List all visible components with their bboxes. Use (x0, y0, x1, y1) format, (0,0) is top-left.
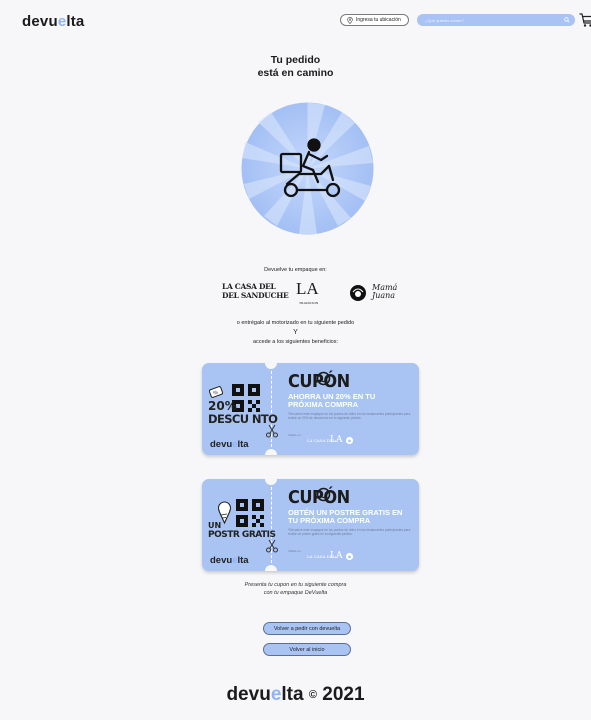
mini-mama-logo-icon (345, 436, 354, 445)
coupon-mini-brand-2: LA (330, 435, 343, 445)
logo-prefix: devu (22, 13, 58, 30)
copyright-symbol: © (308, 689, 317, 701)
ticket-icon: % (209, 386, 223, 398)
present-text-line-1: Presenta tu cupon en tu siguiente compra (244, 582, 347, 588)
return-label: Devuelve tu empaque en: (264, 267, 327, 273)
title-line-2: está en camino (257, 67, 334, 79)
coupon-notch (265, 565, 277, 571)
location-button[interactable]: Ingresa tu ubicación (340, 14, 409, 26)
coupon-fine-print: *Devuelve este empaque en los puntos de … (288, 528, 411, 536)
present-text-line-2: con tu empaque DeVuelta (263, 590, 328, 596)
cart-icon[interactable] (579, 12, 591, 28)
brand-logo[interactable]: devuelta (22, 13, 84, 30)
coupon-subtitle: AHORRA UN 20% EN TU PRÓXIMA COMPRA (288, 392, 376, 409)
coupon-brand: devuelta (210, 439, 249, 450)
coupon-brand-suffix: lta (237, 555, 249, 566)
partner-brands: LA CASA DEL DEL SANDUCHE LA TRADICION Ma… (222, 280, 422, 314)
footer-logo-suffix: lta (281, 684, 304, 705)
coupon-discount[interactable]: % 20% DESCU NTO devuelta CUPÓN AHORRA UN… (202, 363, 419, 455)
home-button[interactable]: Volver al inicio (263, 643, 351, 656)
scissors-icon (266, 424, 278, 438)
scissors-icon (266, 539, 278, 553)
search-input[interactable] (425, 17, 545, 23)
footer-logo-prefix: devu (226, 684, 271, 705)
coupon-left-top: 20% (208, 399, 237, 413)
delivery-illustration (241, 102, 374, 235)
coupon-fine-print: *Devuelve este empaque en los puntos de … (288, 412, 411, 420)
smiley-icon (316, 487, 331, 502)
search-bar[interactable] (417, 14, 575, 26)
footer-logo: devuelta © 2021 (0, 684, 591, 706)
coupon-dessert[interactable]: UN POSTR GRATIS devuelta CUPÓN OBTÉN UN … (202, 479, 419, 571)
coupon-brand-prefix: devu (210, 439, 233, 450)
coupon-notch (265, 479, 277, 485)
location-pin-icon (347, 16, 353, 24)
coupon-left-top: UN (208, 521, 222, 530)
search-icon[interactable] (564, 17, 570, 23)
coupon-brand: devuelta (210, 555, 249, 566)
coupon-valid-label: Válido en: (288, 549, 302, 553)
coupon-brand-prefix: devu (210, 555, 233, 566)
location-button-label: Ingresa tu ubicación (356, 17, 401, 23)
coupon-valid-label: Válido en: (288, 433, 302, 437)
footer-logo-accent: e (270, 684, 282, 705)
logo-suffix: lta (66, 13, 85, 30)
coupon-notch (265, 449, 277, 455)
coupon-brand-suffix: lta (237, 439, 249, 450)
brand-la-casa[interactable]: LA CASA DEL DEL SANDUCHE (222, 282, 289, 300)
footer-year: 2021 (322, 684, 365, 705)
qr-code (236, 499, 264, 527)
coupon-notch (265, 363, 277, 369)
mini-mama-logo-icon (345, 552, 354, 561)
coupon-mini-brand-2: LA (330, 551, 343, 561)
brand-la-sub: TRADICION (299, 301, 319, 305)
brand-casa-line-1: LA CASA DEL (222, 282, 276, 291)
return-line-3: accede a los siguientes beneficios: (253, 339, 338, 345)
mama-juana-logo-icon (350, 285, 366, 301)
brand-la-tradicion[interactable]: LA (296, 280, 319, 298)
brand-mama-juana[interactable]: Mamá Juana (372, 284, 397, 300)
brand-casa-line-2: DEL SANDUCHE (222, 291, 289, 300)
page: devuelta Ingresa tu ubicación Tu pedido … (0, 0, 591, 720)
coupon-subtitle: OBTÉN UN POSTRE GRATIS EN TU PRÓXIMA COM… (288, 508, 403, 525)
title-line-1: Tu pedido (270, 54, 321, 66)
page-title: Tu pedido está en camino (0, 54, 591, 80)
return-line-2: Y (293, 329, 298, 336)
return-line-1: o entrégalo al motorizado en tu siguient… (236, 320, 355, 326)
brand-mama-line-2: Juana (372, 291, 396, 300)
smiley-icon (316, 371, 331, 386)
reorder-button[interactable]: Volver a pedir con devuelta (263, 622, 351, 635)
